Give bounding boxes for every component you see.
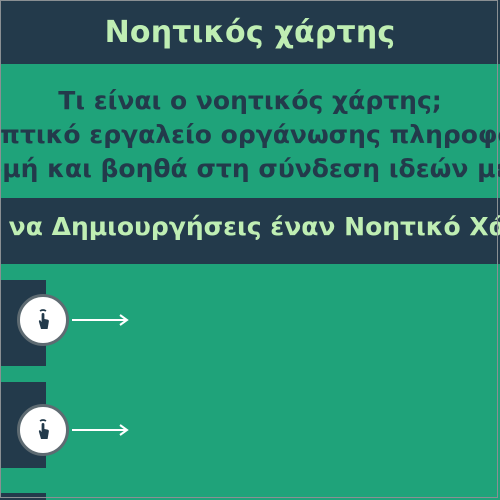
page-title: Νοητικός χάρτης — [104, 14, 396, 50]
intro-section: Τι είναι ο νοητικός χάρτης; Ένα οπτικό ε… — [0, 64, 500, 198]
step-panel-3 — [0, 493, 46, 500]
page-title-bar: Νοητικός χάρτης — [0, 0, 500, 64]
how-to-banner: Πώς να Δημιουργήσεις έναν Νοητικό Χάρτη — [0, 198, 500, 264]
tap-hand-icon[interactable] — [17, 294, 69, 346]
arrow-right-icon — [72, 314, 129, 326]
how-to-heading: Πώς να Δημιουργήσεις έναν Νοητικό Χάρτη — [0, 212, 500, 241]
intro-line-2: Ένα οπτικό εργαλείο οργάνωσης πληροφοριώ… — [0, 120, 500, 149]
tap-hand-icon-glyph — [38, 309, 49, 329]
intro-line-3: σε δομή και βοηθά στη σύνδεση ιδεών μετα… — [0, 154, 500, 183]
tap-hand-icon-glyph — [38, 419, 49, 439]
intro-question: Τι είναι ο νοητικός χάρτης; — [58, 86, 442, 115]
arrow-right-icon — [72, 424, 129, 436]
tap-hand-icon[interactable] — [17, 404, 69, 456]
